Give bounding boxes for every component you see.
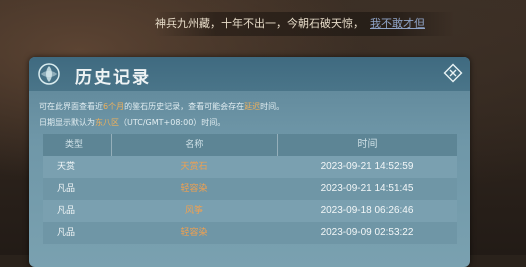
row-name: 轻容染 bbox=[180, 228, 208, 238]
dialog-description: 可在此界面查看近6个月的鉴石历史记录，查看可能会存在延迟时间。 日期显示默认为东… bbox=[39, 99, 284, 131]
history-dialog: 历史记录 可在此界面查看近6个月的鉴石历史记录，查看可能会存在延迟时间。 日期显… bbox=[29, 57, 470, 267]
header-type: 类型 bbox=[65, 140, 84, 150]
row-time: 2023-09-18 06:26:46 bbox=[320, 205, 414, 216]
table-body: 天赏 天赏石 2023-09-21 14:52:59 凡品 轻容染 2023-0… bbox=[43, 156, 457, 244]
table-row: 凡品 轻容染 2023-09-21 14:51:45 bbox=[43, 178, 457, 200]
row-time: 2023-09-09 02:53:22 bbox=[320, 227, 414, 238]
header-time: 时间 bbox=[276, 134, 457, 156]
history-table: 类型 名称 时间 天赏 天赏石 2023-09-21 14:52:59 凡品 轻… bbox=[43, 134, 457, 244]
row-type: 天赏 bbox=[57, 162, 76, 172]
announcement-banner: 神兵九州藏，十年不出一，今朝石破天惊， 我不敢才但 bbox=[155, 12, 455, 36]
table-header: 类型 名称 时间 bbox=[43, 134, 457, 156]
row-type: 凡品 bbox=[57, 228, 76, 238]
row-type: 凡品 bbox=[57, 184, 76, 194]
row-name: 风筝 bbox=[184, 206, 203, 216]
row-time: 2023-09-21 14:52:59 bbox=[320, 161, 414, 172]
dialog-title: 历史记录 bbox=[75, 68, 151, 88]
description-line-2: 日期显示默认为东八区（UTC/GMT+08:00）时间。 bbox=[39, 118, 226, 127]
header-name: 名称 bbox=[110, 134, 277, 156]
close-icon[interactable] bbox=[443, 63, 463, 83]
announcement-link[interactable]: 我不敢才但 bbox=[370, 17, 425, 30]
row-time: 2023-09-21 14:51:45 bbox=[320, 183, 414, 194]
row-name: 轻容染 bbox=[180, 184, 208, 194]
row-name: 天赏石 bbox=[180, 162, 208, 172]
dialog-title-bar: 历史记录 bbox=[29, 57, 470, 91]
table-row: 天赏 天赏石 2023-09-21 14:52:59 bbox=[43, 156, 457, 178]
swirl-emblem-icon bbox=[38, 63, 60, 85]
table-row: 凡品 轻容染 2023-09-09 02:53:22 bbox=[43, 222, 457, 244]
table-row: 凡品 风筝 2023-09-18 06:26:46 bbox=[43, 200, 457, 222]
description-line-1: 可在此界面查看近6个月的鉴石历史记录，查看可能会存在延迟时间。 bbox=[39, 102, 285, 111]
announcement-text: 神兵九州藏，十年不出一，今朝石破天惊， bbox=[155, 17, 364, 30]
row-type: 凡品 bbox=[57, 206, 76, 216]
